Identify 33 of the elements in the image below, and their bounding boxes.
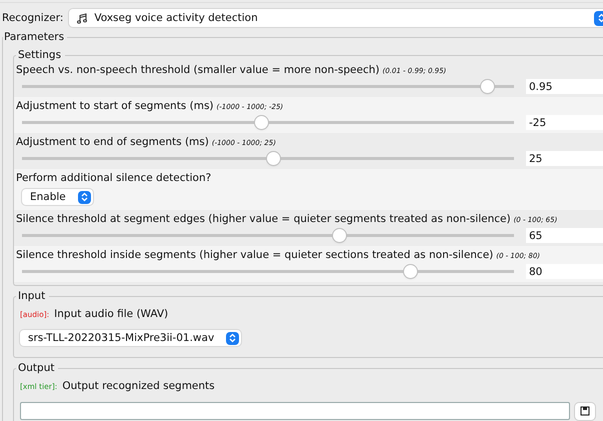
music-note-icon: [77, 12, 88, 24]
chevron-updown-icon: [80, 192, 88, 202]
input-label: Input audio file (WAV): [54, 308, 168, 320]
output-title: Output: [17, 362, 56, 374]
slider-thumb[interactable]: [404, 264, 418, 278]
setting-label: Adjustment to start of segments (ms): [16, 100, 214, 112]
setting-label: Adjustment to end of segments (ms): [16, 136, 209, 148]
value-field[interactable]: 25: [526, 151, 603, 166]
slider-thumb[interactable]: [332, 228, 346, 242]
value-field[interactable]: -25: [526, 115, 603, 130]
chevron-updown-icon: [598, 13, 603, 23]
setting-label: Silence threshold at segment edges (higher value = quieter segments treated as non-silence): [16, 213, 511, 225]
recognizer-label: Recognizer:: [2, 12, 64, 24]
chevron-updown-icon: [229, 333, 236, 343]
input-title: Input: [17, 290, 46, 302]
settings-title: Settings: [17, 49, 62, 61]
slider-thumb[interactable]: [480, 80, 494, 92]
file-dropdown[interactable]: srs-TLL-20220315-MixPre3ii-01.wav: [20, 330, 242, 346]
parameters-title: Parameters: [3, 31, 66, 43]
slider-thumb[interactable]: [255, 116, 268, 128]
slider-thumb[interactable]: [266, 152, 280, 164]
save-icon: [580, 406, 590, 416]
value-field[interactable]: 80: [526, 264, 603, 279]
enable-dropdown[interactable]: Enable: [22, 189, 93, 205]
setting-label: Silence threshold inside segments (higher value = quieter sections treated as non-silence): [16, 249, 494, 261]
value-field[interactable]: 0.95: [526, 79, 603, 94]
setting-label: Perform additional silence detection?: [16, 172, 212, 184]
setting-label: Speech vs. non-speech threshold (smaller value = more non-speech): [16, 64, 380, 76]
recognizer-dropdown[interactable]: Voxseg voice activity detection: [69, 9, 603, 27]
value-field[interactable]: 65: [526, 228, 603, 243]
output-field[interactable]: [20, 402, 570, 420]
output-label: Output recognized segments: [62, 380, 215, 392]
save-button[interactable]: [575, 402, 595, 420]
